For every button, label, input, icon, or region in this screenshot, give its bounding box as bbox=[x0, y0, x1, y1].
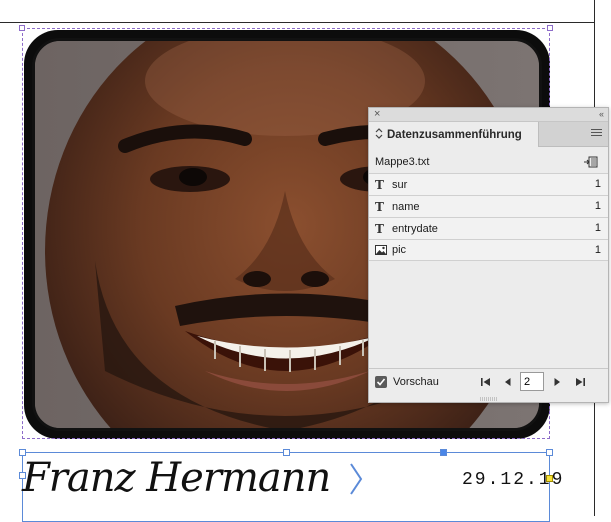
page-top-edge bbox=[0, 22, 595, 23]
field-count: 1 bbox=[594, 222, 601, 234]
panel-footer: Vorschau bbox=[369, 368, 608, 396]
collapse-icon[interactable]: ‹‹ bbox=[599, 108, 604, 121]
close-icon[interactable]: × bbox=[374, 108, 380, 121]
field-row-sur[interactable]: T sur 1 bbox=[369, 173, 608, 195]
panel-tab-row: Datenzusammenführung bbox=[369, 122, 608, 147]
field-count: 1 bbox=[594, 178, 601, 190]
field-row-pic[interactable]: pic 1 bbox=[369, 239, 608, 261]
previous-record-icon[interactable] bbox=[501, 375, 515, 389]
text-field-icon: T bbox=[375, 177, 384, 192]
field-count: 1 bbox=[594, 244, 601, 256]
data-merge-panel: × ‹‹ Datenzusammenführung Mappe3.txt T s… bbox=[368, 107, 609, 403]
tab-label: Datenzusammenführung bbox=[387, 128, 522, 141]
preview-label[interactable]: Vorschau bbox=[393, 376, 439, 388]
panel-titlebar[interactable]: × ‹‹ bbox=[369, 108, 608, 122]
first-record-icon[interactable] bbox=[479, 375, 493, 389]
field-name: sur bbox=[392, 178, 408, 191]
field-name: name bbox=[392, 200, 420, 213]
panel-menu-icon[interactable] bbox=[591, 129, 602, 139]
tab-data-merge[interactable]: Datenzusammenführung bbox=[369, 122, 539, 147]
name-text[interactable]: Franz Hermann bbox=[22, 450, 331, 506]
next-record-icon[interactable] bbox=[550, 375, 564, 389]
data-source-name: Mappe3.txt bbox=[375, 156, 430, 168]
image-field-icon bbox=[375, 245, 387, 255]
field-list: T sur 1 T name 1 T entrydate 1 pic 1 bbox=[369, 173, 608, 261]
field-count: 1 bbox=[594, 200, 601, 212]
resize-grip-icon[interactable] bbox=[478, 397, 500, 402]
date-text[interactable]: 29.12.19 bbox=[462, 470, 564, 490]
tab-sort-icon bbox=[375, 128, 387, 141]
frame-handle-top-right[interactable] bbox=[547, 25, 553, 31]
data-source-row[interactable]: Mappe3.txt bbox=[369, 151, 608, 173]
preview-checkbox[interactable] bbox=[375, 376, 387, 388]
text-handle-top-right[interactable] bbox=[546, 449, 553, 456]
last-record-icon[interactable] bbox=[573, 375, 587, 389]
record-number-input[interactable] bbox=[520, 372, 544, 391]
text-field-icon: T bbox=[375, 199, 384, 214]
frame-handle-top-left[interactable] bbox=[19, 25, 25, 31]
text-handle-inport[interactable] bbox=[440, 449, 447, 456]
field-name: pic bbox=[392, 244, 407, 256]
text-field-icon: T bbox=[375, 221, 384, 236]
field-row-entrydate[interactable]: T entrydate 1 bbox=[369, 217, 608, 239]
field-row-name[interactable]: T name 1 bbox=[369, 195, 608, 217]
field-name: entrydate bbox=[392, 222, 438, 235]
create-merged-document-icon[interactable] bbox=[584, 156, 598, 168]
tab-marker-icon bbox=[350, 463, 363, 495]
document-canvas[interactable]: Franz Hermann 29.12.19 × ‹‹ Datenzusamme… bbox=[0, 0, 611, 522]
